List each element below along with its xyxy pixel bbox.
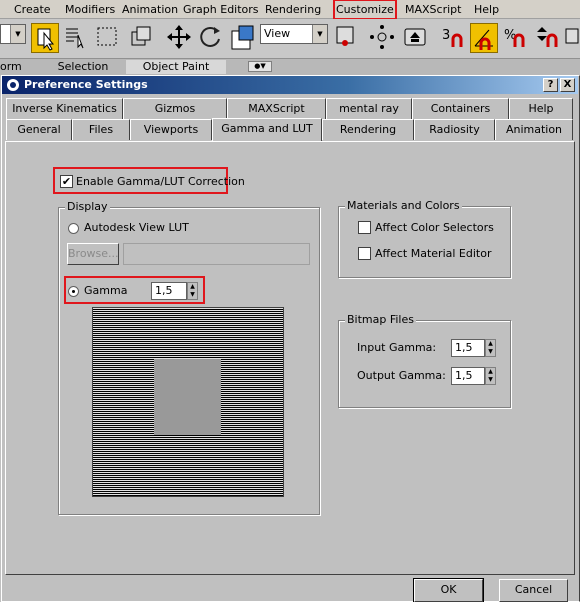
enable-gamma-label: Enable Gamma/LUT Correction [76, 175, 245, 188]
gamma-label: Gamma [84, 284, 128, 297]
output-gamma-spinner-arrows[interactable]: ▲ ▼ [485, 367, 496, 385]
autodesk-view-lut-label: Autodesk View LUT [84, 221, 189, 234]
display-group-title: Display [65, 200, 110, 213]
input-gamma-spinner-arrows[interactable]: ▲ ▼ [485, 339, 496, 357]
tab-gamma-and-lut[interactable]: Gamma and LUT [212, 118, 322, 141]
affect-material-editor-checkbox[interactable] [358, 247, 371, 260]
tab-viewports[interactable]: Viewports [130, 119, 212, 140]
main-toolbar: ▼ View ▼ 3 % [0, 19, 580, 59]
reference-coord-combo[interactable]: View ▼ [260, 24, 328, 44]
output-gamma-value: 1,5 [455, 369, 473, 382]
percent-snap-button[interactable]: % [502, 23, 530, 53]
keyboard-shortcut-button[interactable] [402, 23, 430, 53]
cancel-button[interactable]: Cancel [499, 579, 568, 602]
angle-snap-button[interactable] [470, 23, 498, 53]
reference-coord-value: View [264, 27, 291, 40]
ribbon-tab-object-paint[interactable]: Object Paint [126, 60, 226, 74]
help-button[interactable]: ? [543, 78, 558, 92]
tab-mental-ray[interactable]: mental ray [326, 98, 412, 119]
menu-rendering[interactable]: Rendering [265, 2, 321, 17]
output-gamma-spinner[interactable]: 1,5 ▲ ▼ [451, 367, 496, 385]
align-icon [404, 28, 426, 46]
gamma-preview-center [154, 359, 221, 435]
affect-material-editor-label: Affect Material Editor [375, 247, 492, 260]
ok-button[interactable]: OK [413, 578, 484, 602]
tab-containers[interactable]: Containers [412, 98, 509, 119]
layer-icon [565, 28, 579, 44]
tab-inverse-kinematics[interactable]: Inverse Kinematics [6, 98, 123, 119]
gamma-value: 1,5 [155, 284, 173, 297]
rectangle-region-icon [97, 27, 117, 46]
tab-maxscript[interactable]: MAXScript [227, 98, 326, 119]
browse-button[interactable]: Browse... [67, 243, 119, 265]
autodesk-view-lut-radio[interactable] [68, 223, 79, 234]
tab-general[interactable]: General [6, 119, 72, 140]
gamma-spinner[interactable]: 1,5 ▲ ▼ [151, 282, 198, 300]
tab-rendering[interactable]: Rendering [322, 119, 414, 140]
gamma-preview-image [92, 307, 284, 497]
rotate-button[interactable] [197, 23, 225, 53]
ribbon-tab-selection[interactable]: Selection [48, 60, 118, 74]
dialog-title: Preference Settings [24, 78, 148, 91]
rotate-icon [200, 26, 220, 47]
input-gamma-spinner[interactable]: 1,5 ▲ ▼ [451, 339, 496, 357]
spinner-snap-icon [537, 27, 558, 47]
ribbon-bar: orm Selection Object Paint ●▼ [0, 59, 580, 75]
move-icon [167, 25, 191, 49]
rectangle-region-button[interactable] [94, 23, 122, 53]
tab-animation[interactable]: Animation [495, 119, 573, 140]
select-object-button[interactable] [31, 23, 59, 53]
tab-gizmos[interactable]: Gizmos [123, 98, 227, 119]
menu-bar: Create Modifiers Animation Graph Editors… [0, 0, 580, 20]
bitmap-files-group: Bitmap Files [338, 313, 511, 408]
tab-radiosity[interactable]: Radiosity [414, 119, 495, 140]
percent-snap-icon: % [504, 28, 525, 47]
lut-path-field[interactable] [123, 243, 310, 265]
bitmap-files-title: Bitmap Files [345, 313, 416, 326]
materials-colors-group: Materials and Colors [338, 199, 511, 278]
menu-modifiers[interactable]: Modifiers [65, 2, 115, 17]
menu-help[interactable]: Help [474, 2, 499, 17]
move-button[interactable] [165, 23, 193, 53]
mirror-icon [370, 25, 394, 49]
menu-maxscript[interactable]: MAXScript [405, 2, 461, 17]
window-crossing-icon [131, 26, 151, 46]
affect-color-selectors-checkbox[interactable] [358, 221, 371, 234]
snaps-3d-button[interactable]: 3 [440, 23, 468, 53]
menu-animation[interactable]: Animation [122, 2, 178, 17]
input-gamma-label: Input Gamma: [357, 341, 437, 354]
input-gamma-value: 1,5 [455, 341, 473, 354]
pivot-button[interactable] [333, 23, 361, 53]
select-by-name-button[interactable] [62, 23, 90, 53]
select-object-icon [37, 28, 55, 51]
spinner-snap-button[interactable] [534, 23, 562, 53]
menu-customize[interactable]: Customize [333, 0, 397, 20]
layer-button[interactable] [564, 23, 580, 53]
menu-create[interactable]: Create [14, 2, 51, 17]
enable-gamma-checkbox[interactable]: ✔ [60, 175, 73, 188]
pivot-icon [336, 26, 354, 46]
tab-files[interactable]: Files [72, 119, 130, 140]
materials-colors-title: Materials and Colors [345, 199, 462, 212]
select-manipulate-button[interactable] [368, 23, 396, 53]
gamma-spinner-arrows[interactable]: ▲ ▼ [187, 282, 198, 300]
app-logo-icon [7, 79, 19, 91]
menu-graph-editors[interactable]: Graph Editors [183, 2, 259, 17]
scale-icon [231, 25, 254, 50]
window-crossing-button[interactable] [128, 23, 156, 53]
ribbon-tab-modeling[interactable]: orm [0, 60, 22, 74]
svg-text:3: 3 [442, 28, 450, 43]
close-button[interactable]: X [560, 78, 575, 92]
select-by-name-icon [66, 28, 84, 49]
gamma-radio[interactable] [68, 286, 79, 297]
dialog-title-bar: Preference Settings ? X [2, 76, 578, 94]
ribbon-options-dropdown[interactable]: ●▼ [248, 61, 272, 72]
selection-filter-combo[interactable]: ▼ [0, 24, 26, 44]
snaps-3d-icon: 3 [442, 28, 463, 47]
output-gamma-label: Output Gamma: [357, 369, 446, 382]
tab-help[interactable]: Help [509, 98, 573, 119]
affect-color-selectors-label: Affect Color Selectors [375, 221, 494, 234]
scale-button[interactable] [229, 23, 257, 53]
angle-snap-icon [474, 29, 493, 50]
